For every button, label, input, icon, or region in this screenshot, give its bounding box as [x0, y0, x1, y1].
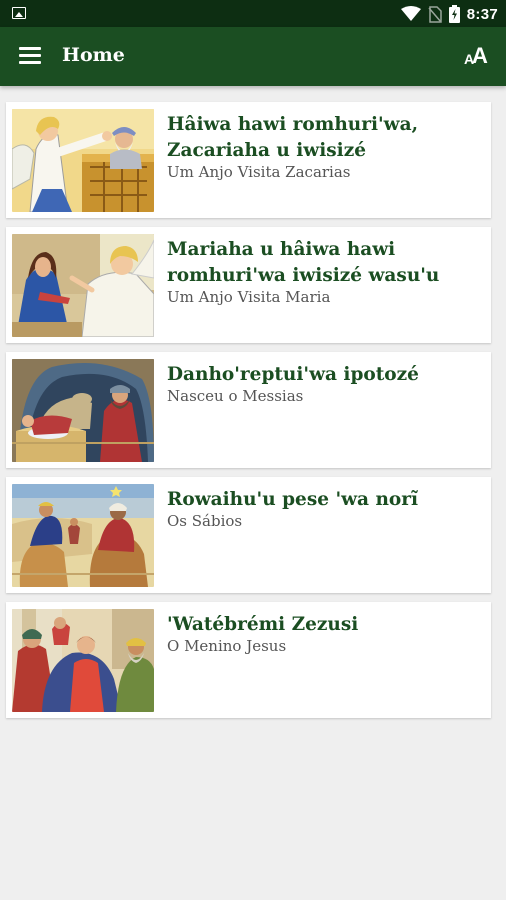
story-subtitle: Um Anjo Visita Maria [167, 288, 331, 306]
no-sim-icon [428, 5, 442, 23]
story-title: Mariaha u hâiwa hawi romhuri'wa iwisizé … [167, 239, 440, 286]
story-card[interactable]: Mariaha u hâiwa hawi romhuri'wa iwisizé … [6, 227, 491, 343]
angel-visits-zacharias-image [12, 109, 154, 212]
messiah-born-image [12, 359, 154, 462]
story-card[interactable]: Rowaihu'u pese 'wa norĩ Os Sábios [6, 477, 491, 593]
story-subtitle: Os Sábios [167, 512, 243, 530]
font-size-icon[interactable]: AA [463, 43, 491, 69]
status-time: 8:37 [466, 5, 498, 23]
story-card[interactable]: Hâiwa hawi romhuri'wa, Zacariaha u iwisi… [6, 102, 491, 218]
wise-men-image [12, 484, 154, 587]
battery-icon [448, 5, 460, 23]
story-card[interactable]: 'Watébrémi Zezusi O Menino Jesus [6, 602, 491, 718]
story-subtitle: Nasceu o Messias [167, 387, 304, 405]
story-title: Hâiwa hawi romhuri'wa, Zacariaha u iwisi… [167, 114, 419, 161]
wifi-icon [400, 6, 421, 21]
story-title: Danho'reptui'wa ipotozé [167, 364, 419, 385]
story-title: 'Watébrémi Zezusi [167, 614, 359, 635]
menu-icon[interactable] [19, 47, 41, 65]
story-subtitle: O Menino Jesus [167, 637, 287, 655]
story-card[interactable]: Danho'reptui'wa ipotozé Nasceu o Messias [6, 352, 491, 468]
app-bar: Home AA [0, 27, 506, 86]
boy-jesus-image [12, 609, 154, 712]
story-list: Hâiwa hawi romhuri'wa, Zacariaha u iwisi… [6, 102, 491, 727]
status-bar: 8:37 [0, 0, 506, 27]
story-title: Rowaihu'u pese 'wa norĩ [167, 489, 419, 510]
app-title: Home [62, 44, 125, 66]
angel-visits-mary-image [12, 234, 154, 337]
story-subtitle: Um Anjo Visita Zacarias [167, 163, 351, 181]
gallery-icon [12, 7, 26, 19]
